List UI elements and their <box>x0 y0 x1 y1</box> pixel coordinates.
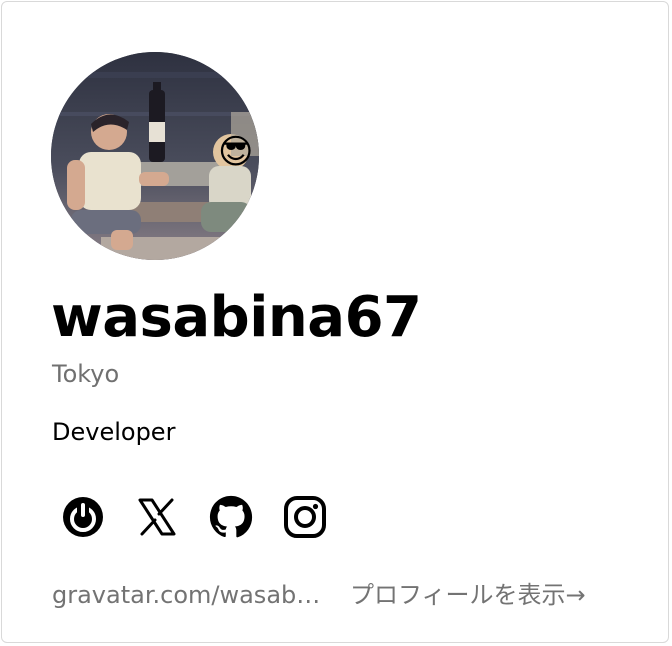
profile-description: Developer <box>52 418 176 446</box>
sunglasses-emoji-icon: 😎 <box>218 132 254 172</box>
wordpress-link[interactable] <box>60 494 106 540</box>
github-link[interactable] <box>208 494 254 540</box>
instagram-link[interactable] <box>282 494 328 540</box>
github-icon <box>209 495 253 538</box>
profile-card: 😎 wasabina67 Tokyo Developer gravatar.co… <box>1 1 669 643</box>
avatar: 😎 <box>51 52 259 260</box>
x-icon <box>138 498 176 536</box>
power-icon <box>63 497 103 537</box>
instagram-icon <box>284 496 326 538</box>
profile-location: Tokyo <box>52 360 120 388</box>
social-links <box>60 494 328 540</box>
profile-footer: gravatar.com/wasabina67 プロフィールを表示→ <box>52 578 632 612</box>
x-link[interactable] <box>134 494 180 540</box>
profile-url-link[interactable]: gravatar.com/wasabina67 <box>52 578 324 612</box>
profile-username: wasabina67 <box>51 285 422 350</box>
view-profile-link[interactable]: プロフィールを表示→ <box>350 578 586 612</box>
